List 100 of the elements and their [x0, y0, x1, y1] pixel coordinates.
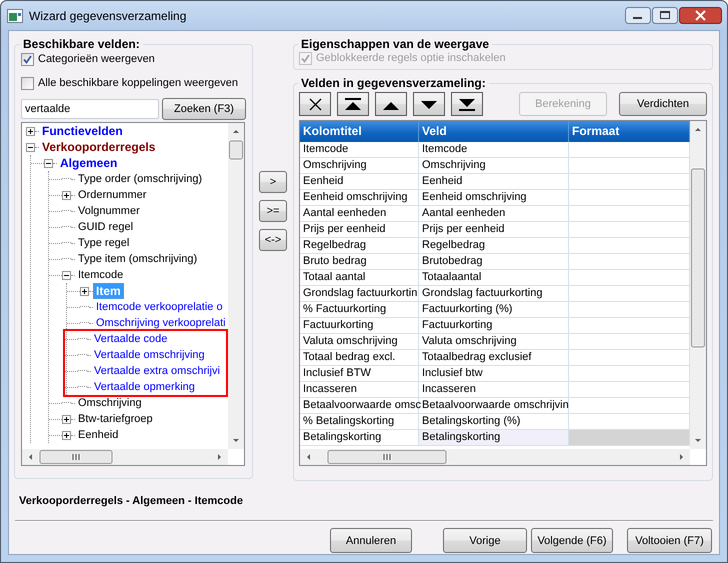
minus-box-icon[interactable] — [62, 270, 71, 280]
plus-box-icon[interactable] — [62, 190, 71, 200]
table-cell: Grondslag factuurkortin — [300, 286, 419, 302]
tree-item[interactable]: Vertaalde code — [91, 331, 170, 347]
add-from-button[interactable]: >= — [259, 200, 287, 222]
move-down-button[interactable] — [413, 92, 445, 116]
next-button[interactable]: Volgende (F6) — [531, 528, 613, 553]
tree-item[interactable]: Type order (omschrijving) — [75, 171, 206, 187]
maximize-button[interactable] — [652, 7, 678, 24]
table-cell: Betaalvoorwaarde omschrijvin — [419, 398, 569, 414]
condense-button[interactable]: Verdichten — [619, 92, 707, 116]
tree-item[interactable]: Ordernummer — [75, 187, 150, 203]
tree-item[interactable]: Eenheid — [75, 427, 122, 443]
move-to-top-button[interactable] — [337, 92, 369, 116]
tree-item[interactable]: Type item (omschrijving) — [75, 251, 200, 267]
table-cell: % Factuurkorting — [300, 302, 419, 318]
table-cell: Factuurkorting — [300, 318, 419, 334]
tree-item[interactable]: Algemeen — [57, 155, 120, 171]
close-button[interactable] — [679, 7, 722, 24]
cancel-button[interactable]: Annuleren — [330, 528, 412, 553]
checkbox[interactable] — [21, 52, 34, 66]
table-cell: Bruto bedrag — [300, 254, 419, 270]
horizontal-scrollbar[interactable] — [300, 449, 690, 465]
selected-cell[interactable] — [569, 430, 690, 446]
tree-item[interactable]: Functievelden — [39, 123, 126, 139]
tree-item[interactable]: Itemcode verkooprelatie o — [93, 299, 226, 315]
plus-box-icon[interactable] — [62, 430, 71, 440]
tree-item[interactable]: Vertaalde extra omschrijvi — [91, 363, 223, 379]
back-button[interactable]: Vorige — [443, 528, 527, 553]
swap-button[interactable]: <-> — [259, 229, 287, 251]
table-cell: Regelbedrag — [419, 238, 569, 254]
table-cell: Eenheid — [419, 174, 569, 190]
table-cell: Incasseren — [419, 382, 569, 398]
window-title: Wizard gegevensverzameling — [29, 8, 188, 22]
tree-item[interactable]: GUID regel — [75, 219, 136, 235]
table-cell: Totaalaantal — [419, 270, 569, 286]
group-heading: Velden in gegevensverzameling: — [300, 76, 487, 90]
tree-item[interactable]: Verkooporderregels — [39, 139, 158, 155]
table-cell: Itemcode — [300, 142, 419, 158]
app-icon — [7, 8, 23, 22]
column-header[interactable]: Veld — [419, 121, 569, 142]
tree-item[interactable]: Vertaalde opmerking — [91, 379, 198, 395]
table-cell: Itemcode — [419, 142, 569, 158]
vertical-scrollbar[interactable] — [690, 121, 706, 449]
cross-icon — [308, 96, 322, 112]
table-cell: Betalingskorting — [419, 430, 569, 446]
horizontal-scrollbar[interactable] — [22, 449, 228, 465]
minus-box-icon[interactable] — [44, 158, 53, 168]
table-cell: Omschrijving — [300, 158, 419, 174]
move-to-bottom-button[interactable] — [451, 92, 483, 116]
column-header[interactable]: Formaat — [569, 121, 690, 142]
table-cell: Brutobedrag — [419, 254, 569, 270]
move-up-button[interactable] — [375, 92, 407, 116]
remove-button[interactable] — [299, 92, 331, 116]
table-cell: Valuta omschrijving — [419, 334, 569, 350]
table-cell: Factuurkorting (%) — [419, 302, 569, 318]
plus-box-icon[interactable] — [80, 286, 89, 296]
table-cell: Prijs per eenheid — [300, 222, 419, 238]
tree-item[interactable]: Vertaalde omschrijving — [91, 347, 208, 363]
table-cell: Totaal bedrag excl. — [300, 350, 419, 366]
column-header[interactable]: Kolomtitel — [300, 121, 419, 142]
group-heading: Beschikbare velden: — [22, 37, 141, 51]
minus-box-icon[interactable] — [26, 142, 35, 152]
checkmark-icon — [301, 54, 310, 62]
table-cell: Inclusief BTW — [300, 366, 419, 382]
checkbox-label[interactable]: Categorieën weergeven — [38, 53, 155, 65]
table-cell: Totaalbedrag exclusief — [419, 350, 569, 366]
tree-item[interactable]: Type regel — [75, 235, 132, 251]
checkbox[interactable] — [21, 76, 34, 90]
table-cell: Inclusief btw — [419, 366, 569, 382]
table-cell: Valuta omschrijving — [300, 334, 419, 350]
plus-box-icon[interactable] — [26, 126, 35, 136]
minimize-button[interactable] — [625, 7, 651, 24]
group-heading: Eigenschappen van de weergave — [300, 37, 490, 51]
table-cell: Incasseren — [300, 382, 419, 398]
vertical-scrollbar[interactable] — [228, 123, 244, 449]
checkbox-label[interactable]: Alle beschikbare koppelingen weergeven — [38, 77, 238, 89]
status-text: Verkooporderregels - Algemeen - Itemcode — [19, 495, 243, 509]
table-cell: Grondslag factuurkorting — [419, 286, 569, 302]
plus-box-icon[interactable] — [62, 414, 71, 424]
search-button[interactable]: Zoeken (F3) — [162, 98, 246, 120]
table-cell: % Betalingskorting — [300, 414, 419, 430]
table-cell: Eenheid omschrijving — [300, 190, 419, 206]
tree-item[interactable]: Omschrijving — [75, 395, 145, 411]
triangle-down-over-bar-icon — [459, 98, 475, 110]
table-cell: Aantal eenheden — [419, 206, 569, 222]
finish-button[interactable]: Voltooien (F7) — [627, 528, 712, 553]
checkmark-icon — [23, 54, 32, 64]
tree-item[interactable]: Omschrijving verkooprelati — [93, 315, 228, 331]
table-cell: Aantal eenheden — [300, 206, 419, 222]
table-cell: Eenheid omschrijving — [419, 190, 569, 206]
add-button[interactable]: > — [259, 171, 287, 193]
bar-over-triangle-up-icon — [345, 98, 361, 110]
tree-item[interactable]: Btw-tariefgroep — [75, 411, 156, 427]
table-cell: Regelbedrag — [300, 238, 419, 254]
table-cell: Totaal aantal — [300, 270, 419, 286]
tree-item[interactable]: Itemcode — [75, 267, 126, 283]
tree-item[interactable]: Volgnummer — [75, 203, 143, 219]
search-field[interactable]: vertaalde — [21, 99, 159, 119]
table-cell: Eenheid — [300, 174, 419, 190]
